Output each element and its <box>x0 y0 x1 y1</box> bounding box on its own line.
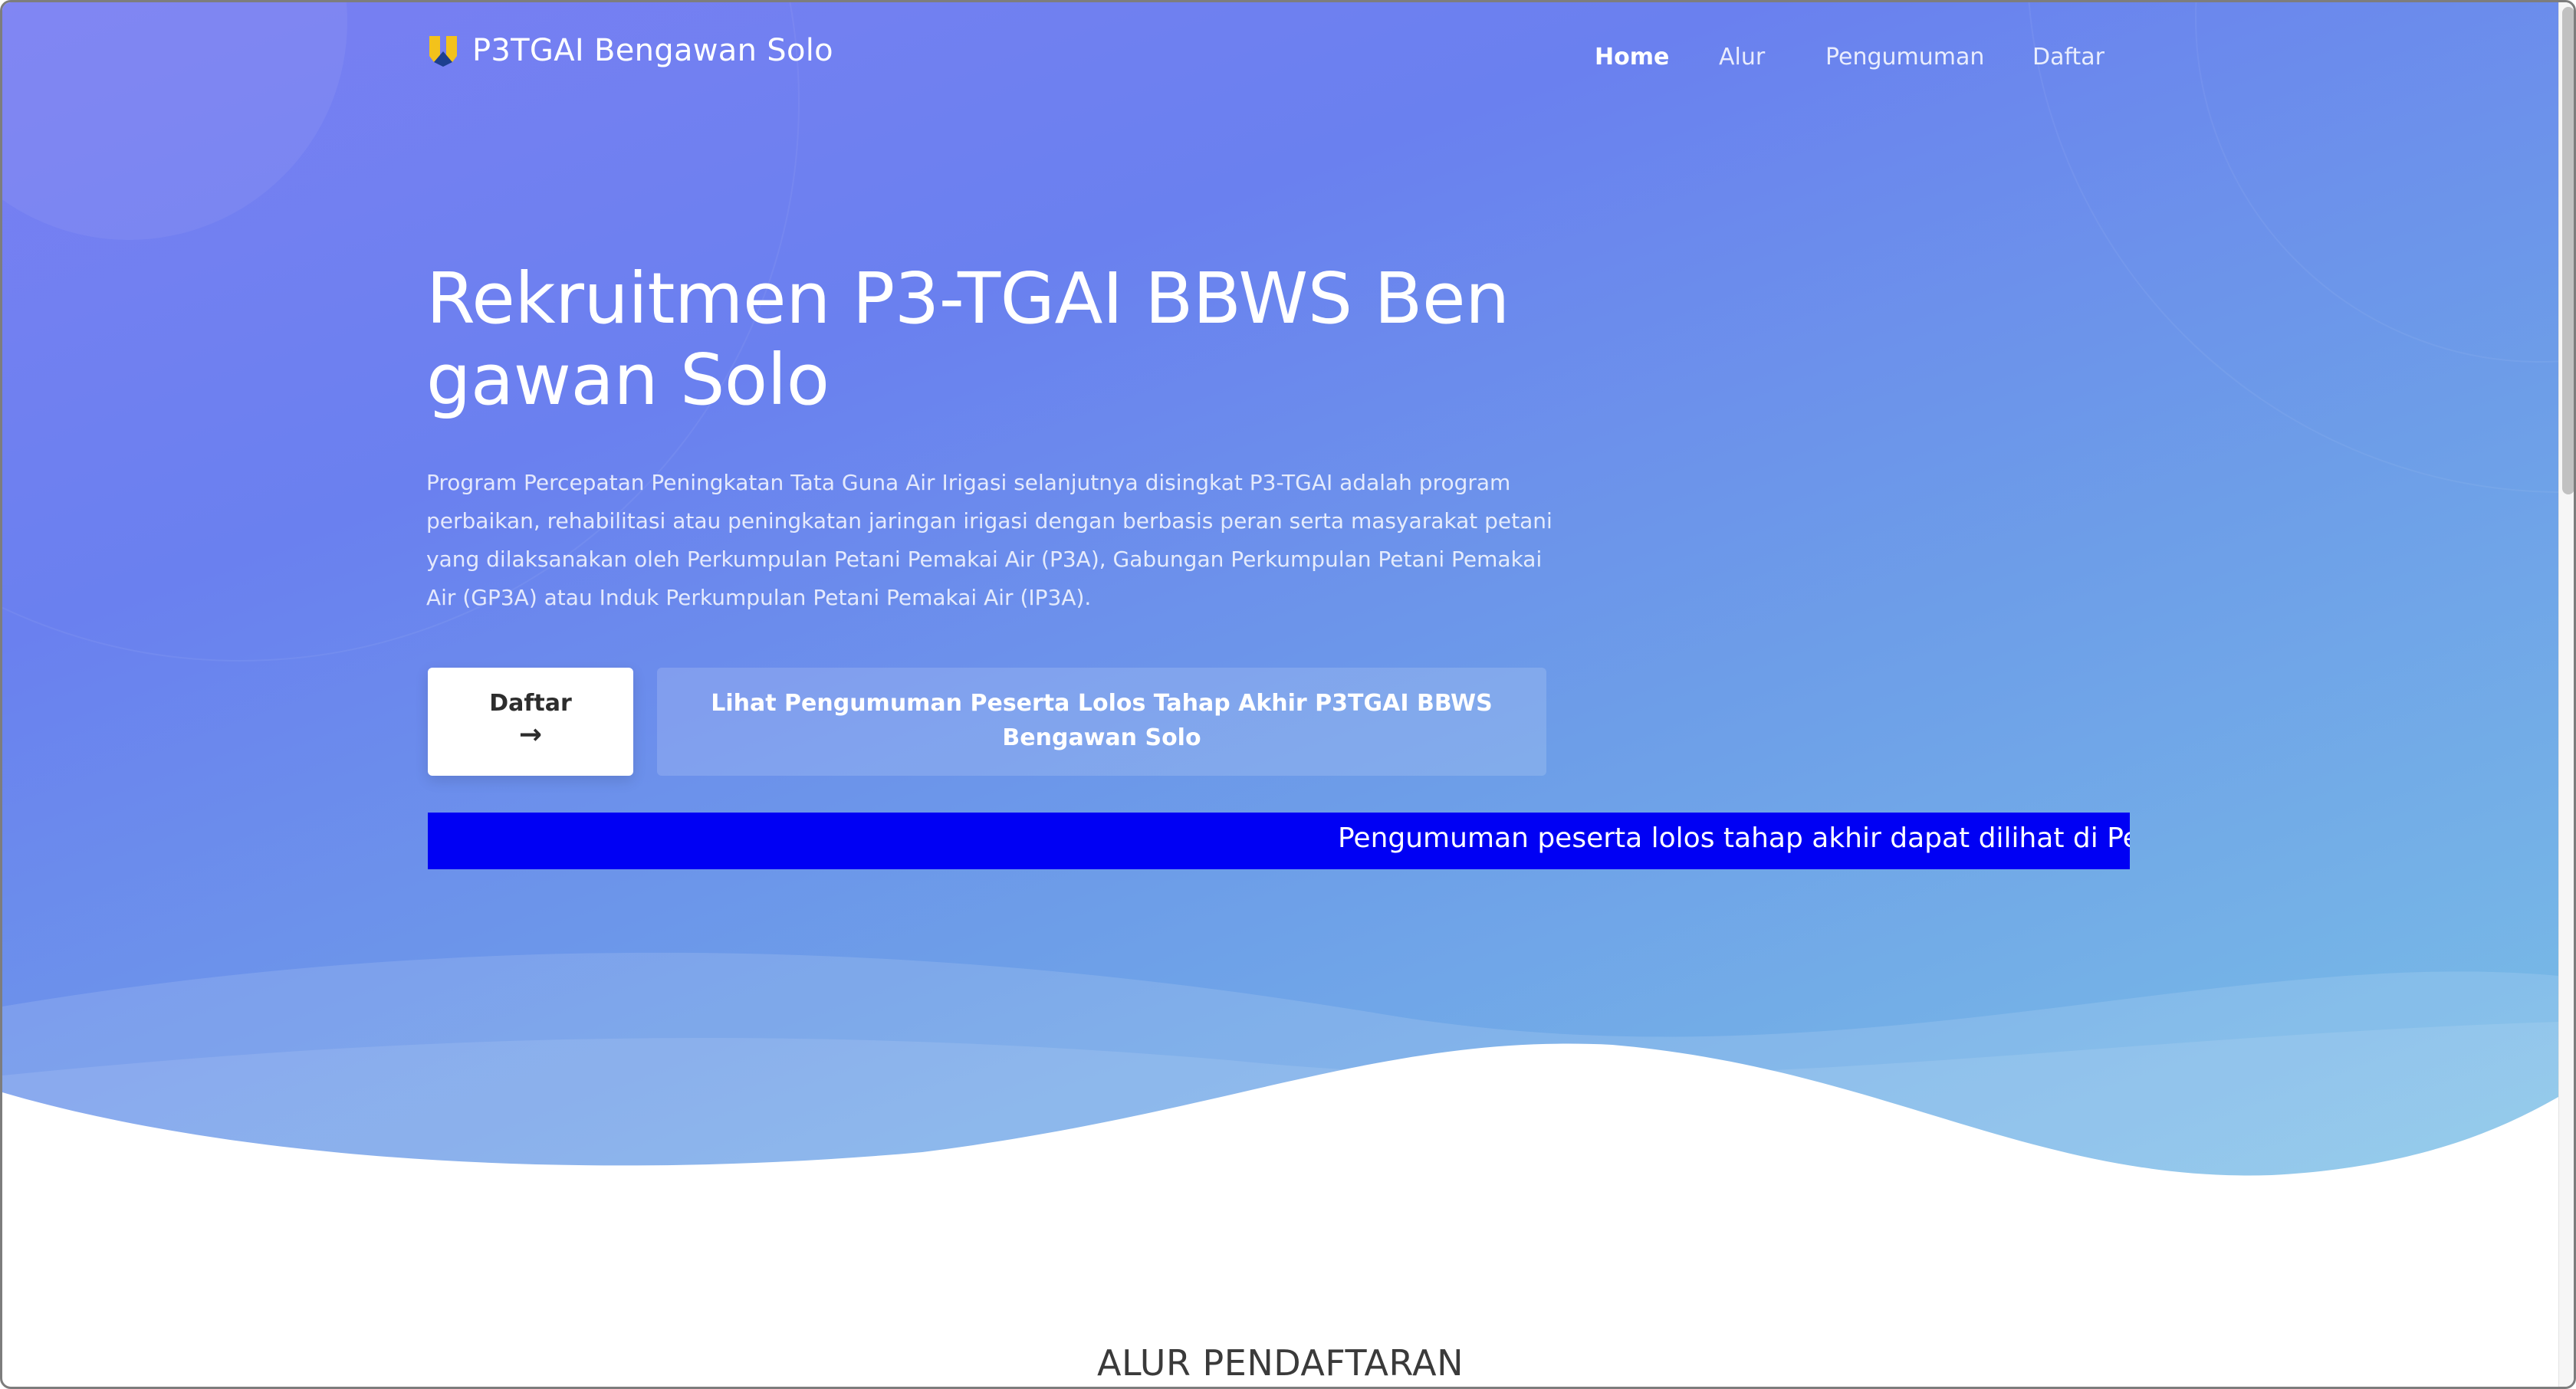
nav-item-daftar[interactable]: Daftar <box>2032 44 2104 71</box>
scrollbar-thumb[interactable] <box>2562 7 2574 494</box>
daftar-button-label: Daftar <box>489 690 572 717</box>
arrow-right-icon: → <box>518 719 543 750</box>
hero-section: P3TGAI Bengawan Solo Home Alur Pengumuma… <box>2 2 2558 1198</box>
lihat-pengumuman-button[interactable]: Lihat Pengumuman Peserta Lolos Tahap Akh… <box>657 668 1546 776</box>
main-nav: Home Alur Pengumuman Daftar <box>2 44 2558 74</box>
hero-title: Rekruitmen P3-TGAI BBWS Bengawan Solo <box>426 258 1510 421</box>
decorative-ring <box>2026 2 2558 493</box>
nav-item-alur[interactable]: Alur <box>1719 44 1765 71</box>
hero-waves <box>2 952 2558 1198</box>
daftar-button[interactable]: Daftar → <box>428 668 633 776</box>
hero-description: Program Percepatan Peningkatan Tata Guna… <box>426 470 1552 610</box>
browser-window: P3TGAI Bengawan Solo Home Alur Pengumuma… <box>0 0 2576 1389</box>
nav-item-home[interactable]: Home <box>1595 44 1669 71</box>
announcement-ticker: Pengumuman peserta lolos tahap akhir dap… <box>428 813 2130 869</box>
ticker-text[interactable]: Pengumuman peserta lolos tahap akhir dap… <box>1338 823 2130 854</box>
nav-item-pengumuman[interactable]: Pengumuman <box>1825 44 1984 71</box>
section-title-alur-pendaftaran: ALUR PENDAFTARAN <box>1097 1342 1464 1384</box>
